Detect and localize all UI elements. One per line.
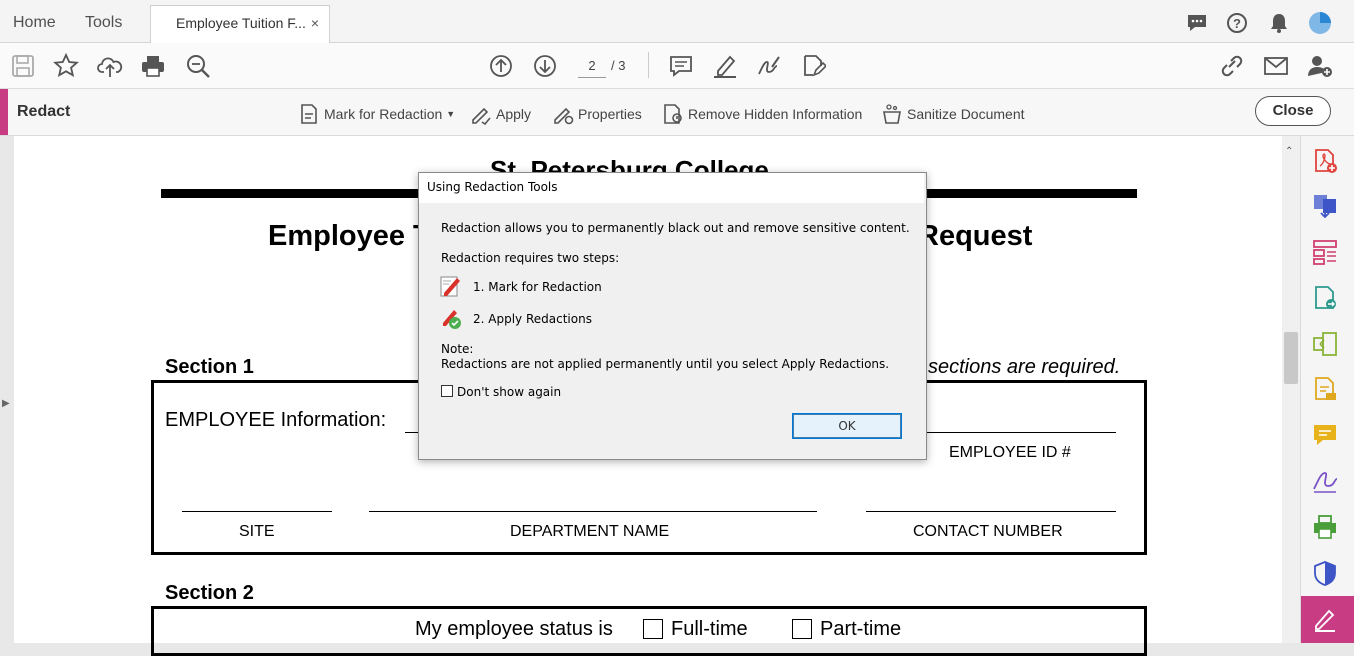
form-title-right: Request — [918, 220, 1033, 252]
apply-redaction-step-icon — [440, 308, 462, 330]
tab-document-label: Employee Tuition F... — [176, 15, 306, 31]
previous-page-icon[interactable] — [488, 53, 514, 79]
dialog-intro-text: Redaction allows you to permanently blac… — [441, 221, 910, 235]
dialog-steps-heading: Redaction requires two steps: — [441, 251, 620, 265]
dialog-note-label: Note: — [441, 342, 474, 356]
dont-show-again-label[interactable]: Don't show again — [457, 385, 561, 399]
section2-heading: Section 2 — [165, 582, 254, 604]
site-caption: SITE — [239, 523, 275, 540]
notification-bell-icon[interactable] — [1268, 12, 1290, 34]
mark-for-redaction-label: Mark for Redaction — [324, 106, 443, 122]
dialog-note-text: Redactions are not applied permanently u… — [441, 357, 890, 371]
save-icon[interactable] — [10, 53, 36, 79]
remove-hidden-info-label: Remove Hidden Information — [688, 106, 863, 122]
edit-form-icon[interactable] — [800, 53, 828, 79]
help-icon[interactable]: ? — [1226, 12, 1248, 34]
fill-sign-icon[interactable] — [1311, 467, 1339, 495]
scroll-up-icon[interactable]: ⌃ — [1285, 146, 1293, 157]
dont-show-again-checkbox[interactable] — [441, 385, 453, 397]
page-total: / 3 — [611, 58, 626, 73]
svg-text:?: ? — [1233, 16, 1241, 31]
highlight-pen-icon[interactable] — [712, 53, 738, 79]
toolbar-divider — [648, 52, 649, 78]
employee-id-line — [923, 432, 1116, 433]
form-title-left: Employee T — [268, 220, 431, 252]
sanitize-document-button[interactable]: Sanitize Document — [881, 103, 1025, 125]
part-time-checkbox[interactable] — [792, 619, 812, 639]
employee-id-caption: EMPLOYEE ID # — [949, 444, 1071, 461]
chevron-down-icon: ▼ — [446, 109, 456, 119]
compress-pdf-icon[interactable] — [1311, 330, 1339, 358]
part-time-label: Part-time — [820, 618, 902, 640]
hidden-info-icon — [664, 104, 682, 124]
zoom-search-icon[interactable] — [185, 53, 211, 79]
export-pdf-icon[interactable] — [1311, 284, 1339, 312]
draw-signature-icon[interactable] — [756, 53, 782, 79]
expand-arrow-icon[interactable]: ▶ — [2, 398, 10, 409]
properties-gear-icon — [554, 107, 574, 125]
share-link-icon[interactable] — [1219, 53, 1245, 79]
page-number-input[interactable]: 2 — [578, 55, 606, 78]
section1-heading: Section 1 — [165, 356, 254, 378]
full-time-label: Full-time — [671, 618, 748, 640]
cloud-upload-icon[interactable] — [97, 53, 123, 79]
contact-caption: CONTACT NUMBER — [913, 523, 1063, 540]
full-time-checkbox[interactable] — [643, 619, 663, 639]
site-line — [182, 511, 332, 512]
dialog-title: Using Redaction Tools — [427, 180, 558, 194]
dialog-step2: 2. Apply Redactions — [473, 312, 592, 326]
scrollbar-thumb[interactable] — [1284, 332, 1298, 384]
next-page-icon[interactable] — [532, 53, 558, 79]
create-pdf-icon[interactable] — [1311, 147, 1339, 175]
redact-pen-icon[interactable] — [1311, 605, 1339, 633]
department-caption: DEPARTMENT NAME — [510, 523, 670, 540]
contact-line — [866, 511, 1116, 512]
sanitize-bucket-icon — [883, 104, 901, 124]
employee-info-label: EMPLOYEE Information: — [165, 409, 387, 431]
left-panel-toggle[interactable] — [0, 136, 14, 643]
comment-bubble-icon[interactable] — [1186, 12, 1208, 34]
add-user-icon[interactable] — [1307, 53, 1333, 79]
edit-pdf-icon[interactable] — [1311, 375, 1339, 403]
sections-required-note: l sections are required. — [918, 356, 1121, 378]
organize-pages-icon[interactable] — [1311, 238, 1339, 266]
tab-tools[interactable]: Tools — [85, 6, 122, 42]
mark-redaction-step-icon — [440, 275, 462, 297]
redact-title: Redact — [17, 103, 71, 120]
properties-label: Properties — [578, 106, 642, 122]
account-avatar-icon[interactable] — [1308, 11, 1332, 35]
mark-for-redaction-button[interactable]: Mark for Redaction ▼ — [298, 103, 455, 125]
sanitize-document-label: Sanitize Document — [907, 106, 1025, 122]
email-icon[interactable] — [1263, 53, 1289, 79]
bookmark-star-icon[interactable] — [53, 52, 79, 79]
ok-button[interactable]: OK — [792, 413, 902, 439]
protect-shield-icon[interactable] — [1311, 559, 1339, 587]
employee-status-label: My employee status is — [415, 618, 613, 640]
print-production-icon[interactable] — [1311, 513, 1339, 541]
tab-home[interactable]: Home — [13, 6, 56, 42]
mark-redaction-icon — [301, 104, 317, 124]
dialog-step1: 1. Mark for Redaction — [473, 280, 602, 294]
redact-accent-bar — [0, 89, 8, 135]
apply-button[interactable]: Apply — [470, 103, 531, 125]
combine-files-icon[interactable] — [1311, 192, 1339, 220]
properties-button[interactable]: Properties — [552, 103, 642, 125]
tab-document[interactable]: Employee Tuition F... × — [150, 5, 330, 43]
close-redact-button[interactable]: Close — [1255, 96, 1331, 126]
vertical-scrollbar[interactable] — [1282, 136, 1300, 643]
add-comment-icon[interactable] — [668, 53, 694, 79]
close-tab-icon[interactable]: × — [311, 6, 319, 40]
remove-hidden-info-button[interactable]: Remove Hidden Information — [662, 103, 862, 125]
print-icon[interactable] — [140, 53, 166, 79]
comment-tool-icon[interactable] — [1311, 421, 1339, 449]
apply-label: Apply — [496, 106, 532, 122]
apply-redaction-icon — [472, 107, 491, 125]
department-line — [369, 511, 817, 512]
